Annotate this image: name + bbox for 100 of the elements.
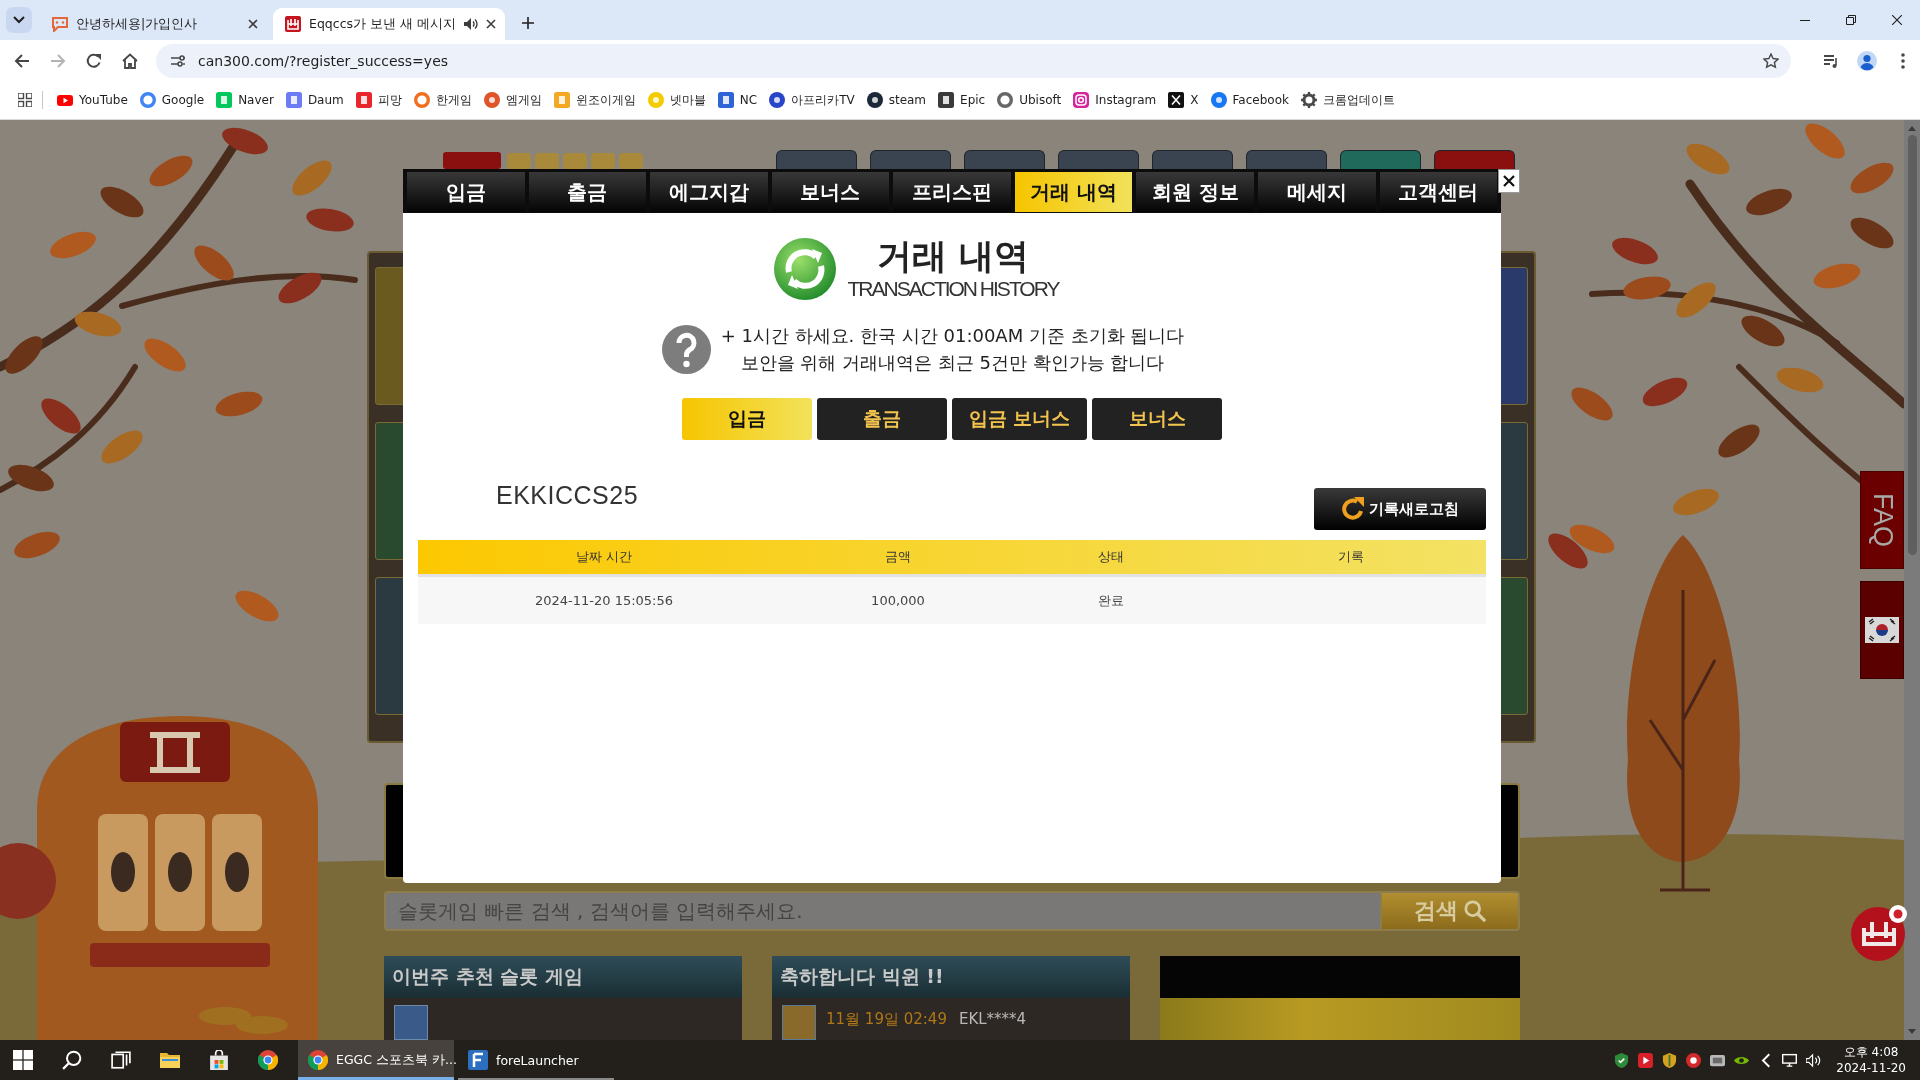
filter-tab[interactable]: 입금 보너스: [952, 398, 1087, 440]
modal-tab[interactable]: 에그지갑: [650, 172, 768, 212]
language-tab[interactable]: [1860, 581, 1904, 679]
close-icon[interactable]: [485, 19, 496, 29]
arrow-up-icon[interactable]: [1908, 126, 1916, 131]
column-header: 날짜 시간: [575, 548, 633, 566]
bookmark[interactable]: Facebook: [1206, 89, 1293, 111]
bookmark[interactable]: 아프리카TV: [765, 88, 859, 112]
menu-tile[interactable]: [964, 150, 1045, 169]
leaf: [144, 338, 186, 372]
username: EKKICCS25: [496, 480, 639, 510]
speaker-icon[interactable]: [1806, 1052, 1822, 1068]
refresh-button[interactable]: 기록새로고침: [1314, 488, 1486, 530]
logo-icon: [285, 16, 301, 32]
app-icon: [468, 1050, 488, 1070]
filter-tab[interactable]: 입금: [682, 398, 812, 440]
round-logo-icon[interactable]: [1850, 904, 1908, 962]
bookmark[interactable]: steam: [862, 89, 931, 111]
game-thumbnail[interactable]: [782, 1005, 816, 1040]
leaf: [1850, 162, 1894, 194]
bookmark[interactable]: 윈조이게임: [549, 88, 640, 112]
clock-date[interactable]: 2024-11-20: [1836, 1060, 1906, 1076]
bookmark[interactable]: Instagram: [1069, 89, 1161, 111]
shield-icon[interactable]: [1614, 1052, 1630, 1068]
modal-tab[interactable]: 프리스핀: [893, 172, 1011, 212]
taskbar-app[interactable]: foreLauncher: [458, 1040, 614, 1080]
menu-tile[interactable]: [776, 150, 857, 169]
play-icon[interactable]: [1638, 1052, 1654, 1068]
bookmark[interactable]: 한게임: [409, 88, 476, 112]
minimize-icon: [1800, 19, 1810, 21]
chevron-down-icon: [13, 14, 25, 26]
bookmark[interactable]: X: [1164, 89, 1203, 111]
device-icon[interactable]: [1710, 1052, 1726, 1068]
address-bar[interactable]: can300.com/?register_success=yes: [156, 43, 1791, 78]
modal-tab[interactable]: 입금: [407, 172, 525, 212]
disc-icon[interactable]: [1686, 1052, 1702, 1068]
site-settings-icon[interactable]: [170, 52, 186, 69]
leaf: [1741, 315, 1785, 347]
leaf: [278, 272, 322, 304]
search-icon: [62, 1050, 82, 1070]
faq-tab[interactable]: FAQ: [1860, 471, 1904, 569]
browser-icon: [308, 1050, 328, 1070]
game-thumbnail[interactable]: [394, 1005, 428, 1040]
leaf: [1571, 387, 1613, 421]
bookmark[interactable]: Epic: [934, 89, 990, 111]
bookmark[interactable]: Naver: [212, 89, 278, 111]
bookmark[interactable]: Ubisoft: [993, 89, 1066, 111]
square-icon: [938, 92, 955, 108]
monitor-icon[interactable]: [1782, 1052, 1798, 1068]
bookmark[interactable]: Daum: [281, 89, 348, 111]
modal-tab[interactable]: 고객센터: [1379, 172, 1498, 212]
shield-icon[interactable]: [1662, 1052, 1678, 1068]
menu-tile[interactable]: [1434, 150, 1515, 169]
apps-grid-icon[interactable]: [18, 93, 32, 107]
game-thumbnail[interactable]: [375, 267, 405, 405]
bookmark[interactable]: Google: [135, 89, 209, 111]
bookmark[interactable]: 넷마블: [643, 88, 710, 112]
menu-tile[interactable]: [1152, 150, 1233, 169]
bookmark[interactable]: NC: [713, 89, 762, 111]
scrollbar[interactable]: [1904, 120, 1920, 1040]
game-thumbnail[interactable]: [375, 422, 405, 560]
modal-tab[interactable]: 출금: [528, 172, 647, 212]
modal-tab[interactable]: 회원 정보: [1136, 172, 1254, 212]
circular-arrows-icon: [773, 238, 836, 300]
menu-tile[interactable]: [1340, 150, 1421, 169]
menu-tile[interactable]: [870, 150, 951, 169]
modal-tab[interactable]: 보너스: [771, 172, 890, 212]
menu-tile[interactable]: [1246, 150, 1327, 169]
filter-tab[interactable]: 출금: [817, 398, 947, 440]
leaf: [1686, 143, 1730, 175]
close-button[interactable]: [1498, 169, 1520, 193]
arrow-down-icon[interactable]: [1908, 1029, 1916, 1034]
game-thumbnail[interactable]: [375, 577, 405, 715]
table-cell: 완료: [1098, 591, 1124, 610]
modal-tab[interactable]: 메세지: [1257, 172, 1376, 212]
close-icon[interactable]: [248, 19, 258, 29]
scrollbar-thumb[interactable]: [1907, 135, 1917, 555]
modal-tab[interactable]: 거래 내역: [1014, 172, 1133, 212]
gear-icon: [1300, 92, 1317, 108]
modal-title: 거래 내역: [876, 236, 1030, 276]
bookmark[interactable]: YouTube: [53, 90, 132, 110]
leaf: [74, 311, 122, 337]
speaker-icon[interactable]: [463, 18, 478, 30]
taskbar-app[interactable]: EGGC 스포츠북 카...: [298, 1040, 454, 1080]
cross-icon: [1168, 92, 1185, 108]
filter-tab[interactable]: 보너스: [1092, 398, 1222, 440]
tab-search-button[interactable]: [6, 7, 32, 33]
bookmark[interactable]: 크롬업데이트: [1296, 88, 1399, 112]
browser-tab[interactable]: 안녕하세용|가입인사: [40, 8, 268, 40]
clock-time[interactable]: 오후 4:08: [1843, 1044, 1899, 1060]
disc-icon: [647, 92, 664, 108]
browser-tab[interactable]: Eqqccs가 보낸 새 메시지: [273, 8, 505, 40]
bookmark[interactable]: 엠게임: [479, 88, 546, 112]
disc-icon: [483, 92, 500, 108]
menu-icon: [1901, 52, 1905, 69]
leaf: [1718, 424, 1760, 458]
bookmark[interactable]: 피망: [351, 88, 406, 112]
leaf: [1612, 237, 1658, 265]
menu-tile[interactable]: [1058, 150, 1139, 169]
star-icon[interactable]: [1763, 52, 1779, 69]
